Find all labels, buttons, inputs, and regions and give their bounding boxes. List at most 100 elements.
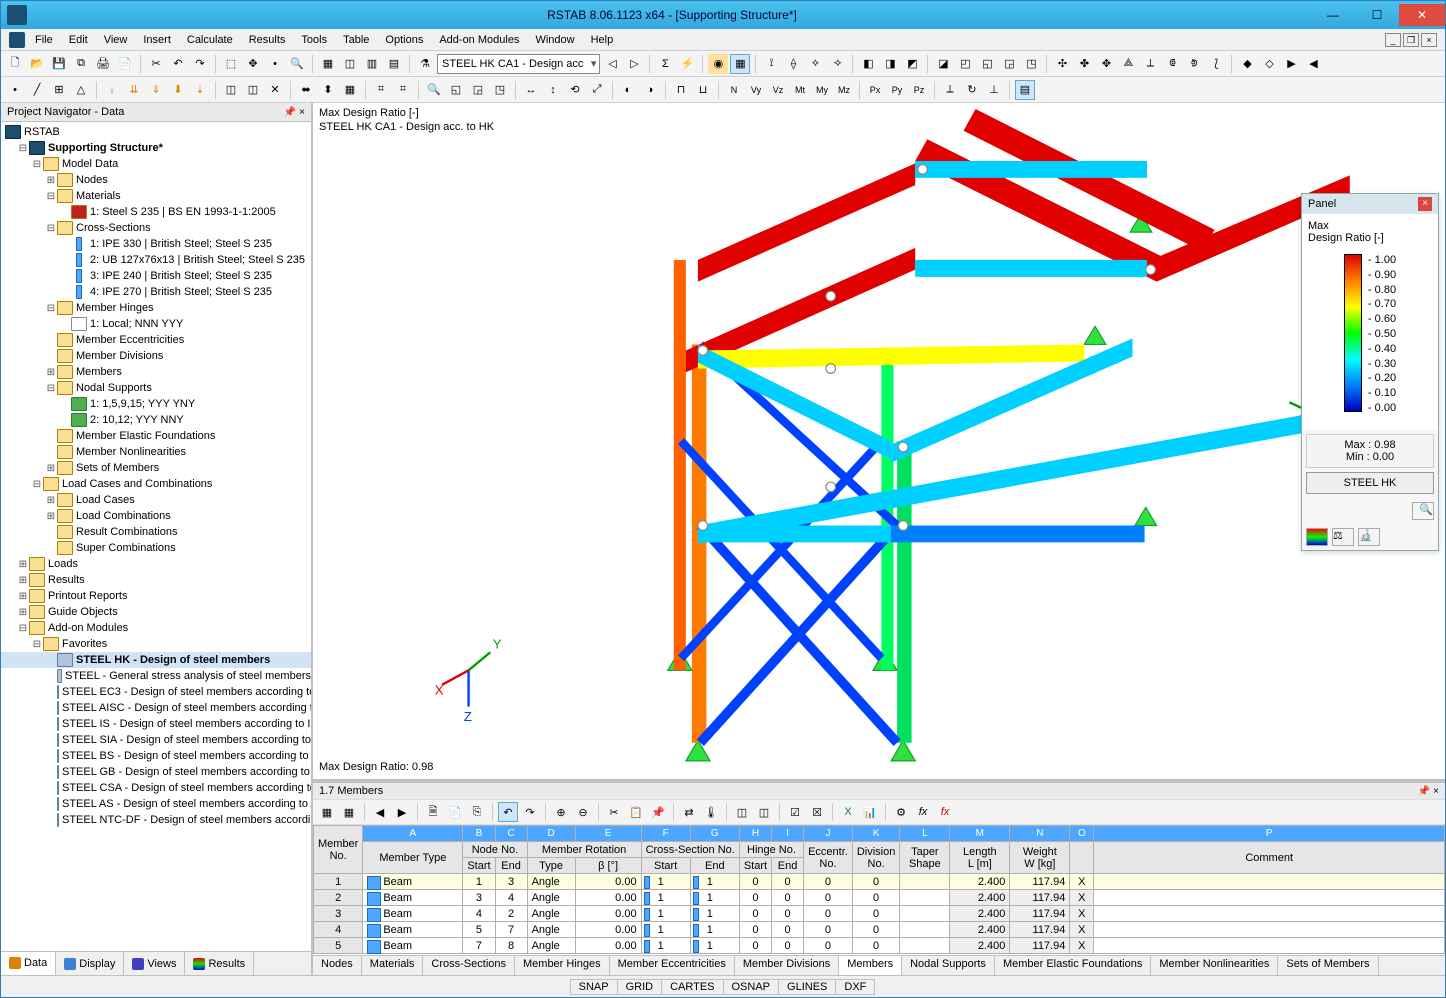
status-cartes[interactable]: CARTES [661, 979, 723, 995]
tt-9-icon[interactable]: ⊖ [573, 802, 593, 822]
panel-zoom-icon[interactable]: 🔍 [1412, 502, 1434, 520]
tool-r15-icon[interactable]: ✥ [1096, 54, 1116, 74]
nav-tab-results[interactable]: Results [185, 952, 254, 975]
t2-17-icon[interactable]: ⌗ [393, 80, 413, 100]
close-button[interactable]: ✕ [1399, 4, 1445, 26]
status-glines[interactable]: GLINES [778, 979, 836, 995]
tree-mh1[interactable]: 1: Local; NNN YYY [1, 316, 311, 332]
t2-pz-icon[interactable]: Pz [909, 80, 929, 100]
tool-r18-icon[interactable]: ⟃ [1162, 54, 1182, 74]
tree-model-data[interactable]: ⊟Model Data [1, 156, 311, 172]
tt-4-icon[interactable]: ▶ [392, 802, 412, 822]
t2-py-icon[interactable]: Py [887, 80, 907, 100]
table-tab[interactable]: Members [839, 956, 902, 975]
table-pin-icon[interactable]: 📌 × [1418, 786, 1439, 797]
tt-13-icon[interactable]: ⇄ [679, 802, 699, 822]
results-toggle-icon[interactable]: ⚡ [677, 54, 697, 74]
menu-file[interactable]: File [29, 32, 59, 48]
tt-8-icon[interactable]: ⊕ [551, 802, 571, 822]
mdi-restore-button[interactable]: ❐ [1403, 33, 1419, 47]
tool-r9-icon[interactable]: ◰ [955, 54, 975, 74]
t2-n-icon[interactable]: N [724, 80, 744, 100]
tt-19-icon[interactable]: 📊 [860, 802, 880, 822]
t2-2-icon[interactable]: ╱ [27, 80, 47, 100]
t2-9-icon[interactable]: ⇣ [190, 80, 210, 100]
report-icon[interactable]: 📄 [115, 54, 135, 74]
tree-lcases[interactable]: ⊞Load Cases [1, 492, 311, 508]
tool-r16-icon[interactable]: ⟁ [1118, 54, 1138, 74]
menu-results[interactable]: Results [243, 32, 292, 48]
table-tab[interactable]: Member Hinges [515, 956, 610, 975]
t2-my-icon[interactable]: My [812, 80, 832, 100]
t2-12-icon[interactable]: ✕ [265, 80, 285, 100]
status-osnap[interactable]: OSNAP [723, 979, 780, 995]
menu-tools[interactable]: Tools [295, 32, 333, 48]
t2-11-icon[interactable]: ◫ [243, 80, 263, 100]
tree-cs2[interactable]: 2: UB 127x76x13 | British Steel; Steel S… [1, 252, 311, 268]
tool-r8-icon[interactable]: ◪ [933, 54, 953, 74]
move-icon[interactable]: ✥ [243, 54, 263, 74]
t2-18-icon[interactable]: ◱ [446, 80, 466, 100]
tt-fx-icon[interactable]: fx [913, 802, 933, 822]
tree-nodes[interactable]: ⊞Nodes [1, 172, 311, 188]
tt-1-icon[interactable]: ▦ [317, 802, 337, 822]
tree-mod-sia[interactable]: STEEL SIA - Design of steel members acco… [1, 732, 311, 748]
table-row[interactable]: 4Beam57Angle0.001100002.400117.94X [314, 922, 1445, 938]
tool-r2-icon[interactable]: ⟠ [783, 54, 803, 74]
app-menu-icon[interactable] [9, 32, 25, 48]
status-dxf[interactable]: DXF [835, 979, 875, 995]
t2-4-icon[interactable]: △ [71, 80, 91, 100]
table-tab[interactable]: Member Divisions [735, 956, 839, 975]
t2-mt-icon[interactable]: Mt [790, 80, 810, 100]
tool-r12-icon[interactable]: ◳ [1021, 54, 1041, 74]
tree-preports[interactable]: ⊞Printout Reports [1, 588, 311, 604]
menu-window[interactable]: Window [529, 32, 580, 48]
mdi-close-button[interactable]: × [1421, 33, 1437, 47]
tool-r21-icon[interactable]: ◆ [1237, 54, 1257, 74]
tree-rcomb[interactable]: Result Combinations [1, 524, 311, 540]
tool-r23-icon[interactable]: ▶ [1281, 54, 1301, 74]
tree-nsup[interactable]: ⊟Nodal Supports [1, 380, 311, 396]
tree-mod-bs[interactable]: STEEL BS - Design of steel members accor… [1, 748, 311, 764]
menu-edit[interactable]: Edit [63, 32, 94, 48]
tool-r24-icon[interactable]: ◀ [1303, 54, 1323, 74]
table-tab[interactable]: Member Eccentricities [610, 956, 735, 975]
save-icon[interactable]: 💾 [49, 54, 69, 74]
menu-options[interactable]: Options [379, 32, 429, 48]
navigator-tree[interactable]: RSTAB ⊟Supporting Structure* ⊟Model Data… [1, 122, 311, 951]
tree-root[interactable]: RSTAB [1, 124, 311, 140]
open-icon[interactable]: 📂 [27, 54, 47, 74]
view3-icon[interactable]: ▤ [384, 54, 404, 74]
tool-r6-icon[interactable]: ◨ [880, 54, 900, 74]
t2-vy-icon[interactable]: Vy [746, 80, 766, 100]
tree-cs3[interactable]: 3: IPE 240 | British Steel; Steel S 235 [1, 268, 311, 284]
tree-mdiv[interactable]: Member Divisions [1, 348, 311, 364]
tree-mod-as[interactable]: STEEL AS - Design of steel members accor… [1, 796, 311, 812]
tool-r7-icon[interactable]: ◩ [902, 54, 922, 74]
tree-loads[interactable]: ⊞Loads [1, 556, 311, 572]
prev-lc-icon[interactable]: ◁ [602, 54, 622, 74]
tree-scomb[interactable]: Super Combinations [1, 540, 311, 556]
t2-15-icon[interactable]: ▦ [340, 80, 360, 100]
t2-zoom-icon[interactable]: 🔍 [424, 80, 444, 100]
panel-tab-3-icon[interactable]: 🔬 [1358, 528, 1380, 546]
t2-13-icon[interactable]: ⬌ [296, 80, 316, 100]
tree-mod-aisc[interactable]: STEEL AISC - Design of steel members acc… [1, 700, 311, 716]
t2-31-icon[interactable]: ⊥ [984, 80, 1004, 100]
panel-header[interactable]: Panel × [1302, 194, 1438, 214]
tt-17-icon[interactable]: ☑ [785, 802, 805, 822]
next-lc-icon[interactable]: ▷ [624, 54, 644, 74]
tool-r4-icon[interactable]: ⟢ [827, 54, 847, 74]
tree-cs1[interactable]: 1: IPE 330 | British Steel; Steel S 235 [1, 236, 311, 252]
t2-px-icon[interactable]: Px [865, 80, 885, 100]
tt-5-icon[interactable]: 🗎 [423, 802, 443, 822]
t2-19-icon[interactable]: ◲ [468, 80, 488, 100]
view-mode-b-icon[interactable]: ▦ [730, 54, 750, 74]
tool-r19-icon[interactable]: ⟄ [1184, 54, 1204, 74]
tt-7-icon[interactable]: ⎘ [467, 802, 487, 822]
t2-3-icon[interactable]: ⊞ [49, 80, 69, 100]
tt-20-icon[interactable]: ⚙ [891, 802, 911, 822]
t2-vz-icon[interactable]: Vz [768, 80, 788, 100]
tt-undo-icon[interactable]: ↶ [498, 802, 518, 822]
t2-29-icon[interactable]: ⟂ [940, 80, 960, 100]
